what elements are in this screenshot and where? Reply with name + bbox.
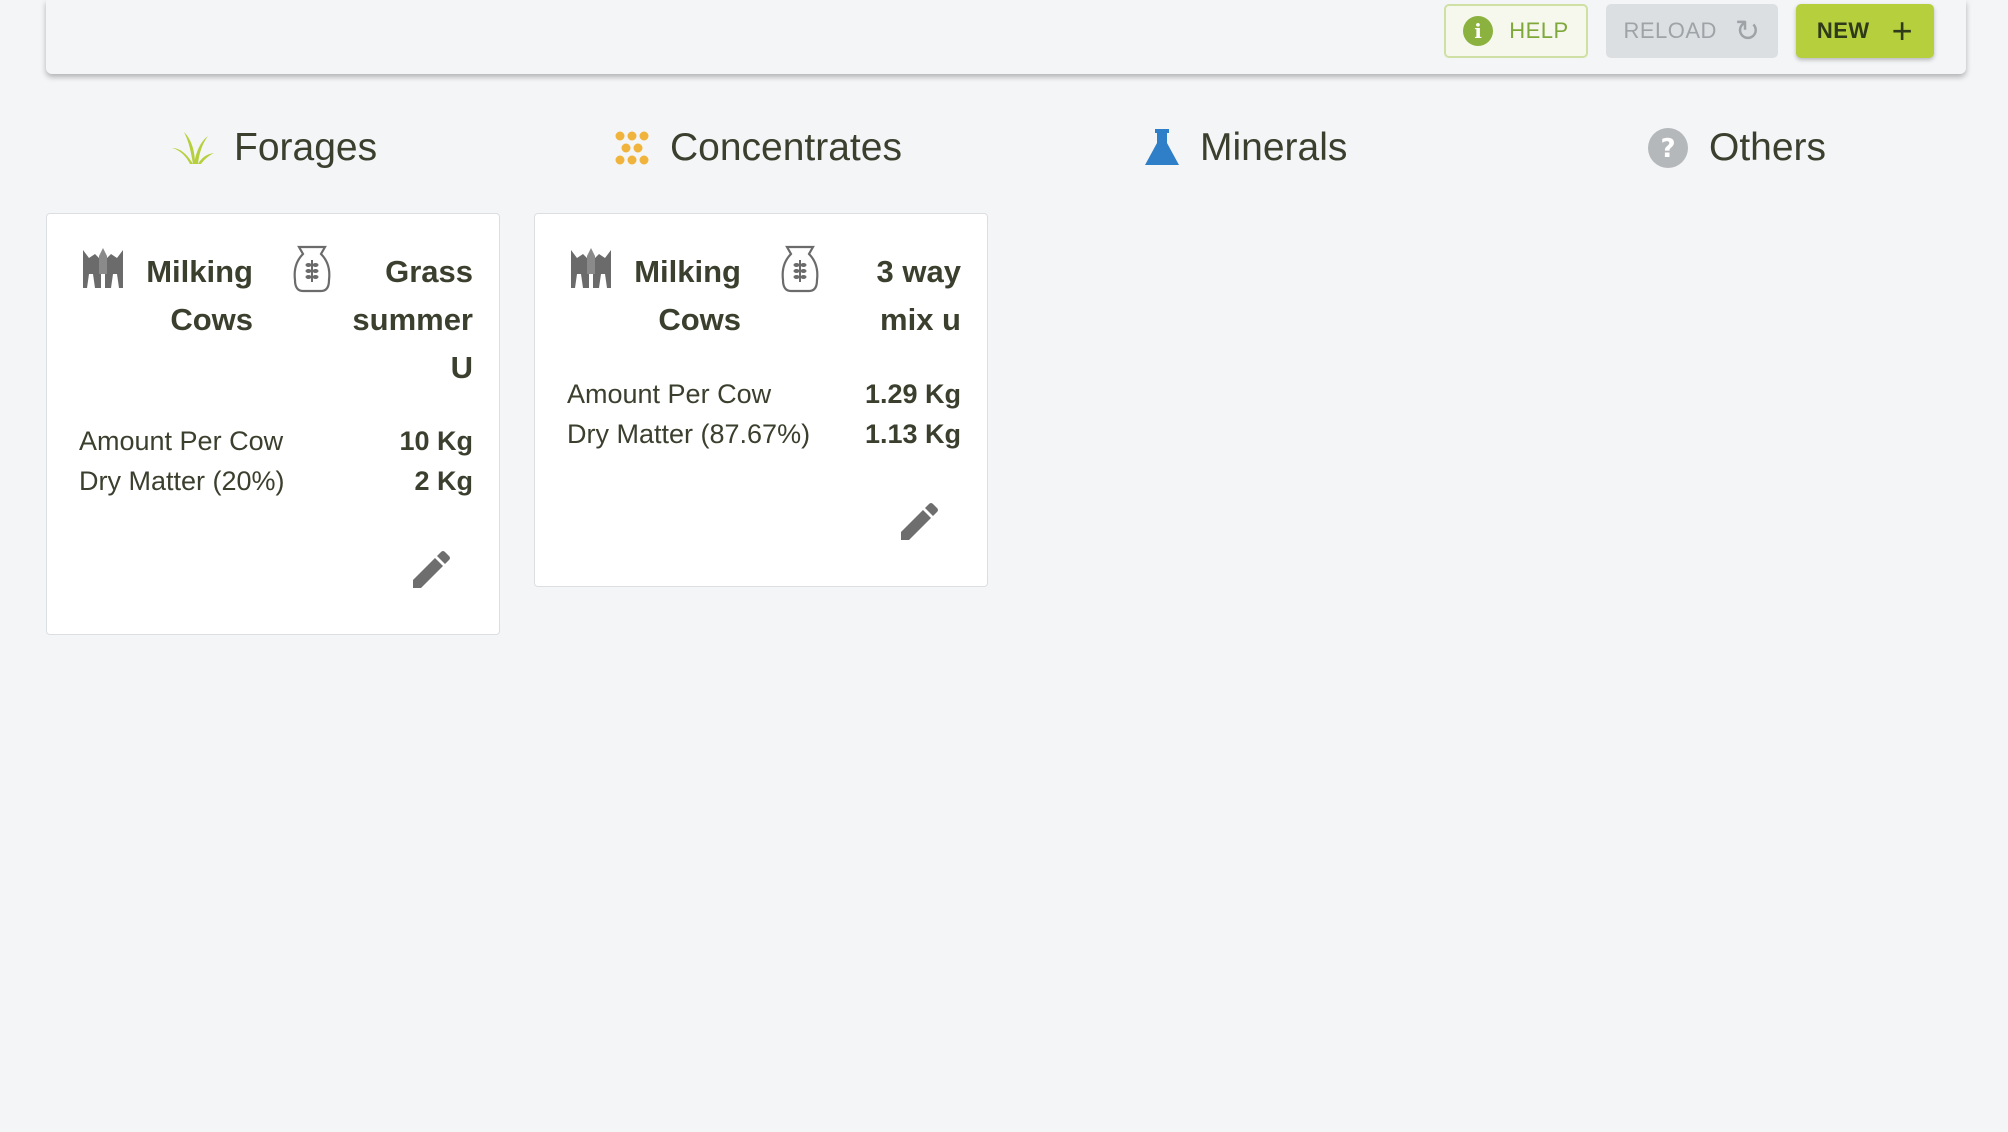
dry-matter-row: Dry Matter (87.67%) 1.13 Kg	[567, 414, 961, 454]
new-button[interactable]: NEW +	[1796, 4, 1934, 58]
feed-card: Milking Cows 3 way mix u Amount Per Cow …	[534, 213, 988, 587]
grass-icon	[172, 130, 214, 166]
refresh-icon: ↻	[1734, 14, 1761, 48]
feed-name: 3 way mix u	[876, 254, 961, 337]
feed-sack-icon	[779, 244, 821, 299]
amount-per-cow-row: Amount Per Cow 10 Kg	[79, 421, 473, 461]
category-forages[interactable]: Forages	[172, 122, 377, 174]
row-label: Dry Matter (87.67%)	[567, 419, 811, 449]
feed-card: Milking Cows Grass summer U Amount Per C…	[46, 213, 500, 635]
row-value: 1.13 Kg	[864, 419, 961, 449]
cows-icon	[567, 244, 615, 297]
category-label: Concentrates	[670, 126, 902, 169]
reload-label: RELOAD	[1623, 18, 1717, 43]
cows-icon	[79, 244, 127, 297]
category-label: Forages	[234, 126, 378, 169]
row-label: Dry Matter (20%)	[79, 466, 285, 496]
plus-icon: +	[1891, 10, 1914, 51]
flask-icon	[1144, 129, 1180, 167]
svg-text:?: ?	[1660, 134, 1675, 164]
reload-button[interactable]: RELOAD ↻	[1606, 4, 1778, 58]
top-toolbar: i HELP RELOAD ↻ NEW +	[46, 0, 1966, 74]
category-label: Others	[1709, 126, 1827, 169]
row-value: 1.29 Kg	[864, 379, 961, 409]
category-concentrates[interactable]: Concentrates	[614, 122, 902, 174]
edit-icon[interactable]	[897, 500, 941, 544]
feed-name: Grass summer U	[352, 254, 473, 385]
question-icon: ?	[1647, 127, 1689, 169]
feed-sack-icon	[291, 244, 333, 299]
category-label: Minerals	[1200, 126, 1348, 169]
info-icon: i	[1463, 16, 1494, 46]
row-label: Amount Per Cow	[567, 379, 772, 409]
animal-name: Milking Cows	[634, 254, 741, 337]
category-minerals[interactable]: Minerals	[1144, 122, 1347, 174]
edit-icon[interactable]	[409, 548, 453, 592]
dry-matter-row: Dry Matter (20%) 2 Kg	[79, 461, 473, 501]
row-label: Amount Per Cow	[79, 426, 284, 456]
help-button[interactable]: i HELP	[1444, 4, 1588, 58]
animal-name: Milking Cows	[146, 254, 253, 337]
category-others[interactable]: ? Others	[1647, 122, 1826, 174]
dots-icon	[614, 130, 650, 166]
help-label: HELP	[1509, 18, 1569, 43]
row-value: 10 Kg	[399, 426, 473, 456]
amount-per-cow-row: Amount Per Cow 1.29 Kg	[567, 374, 961, 414]
new-label: NEW	[1816, 18, 1870, 43]
row-value: 2 Kg	[414, 466, 473, 496]
